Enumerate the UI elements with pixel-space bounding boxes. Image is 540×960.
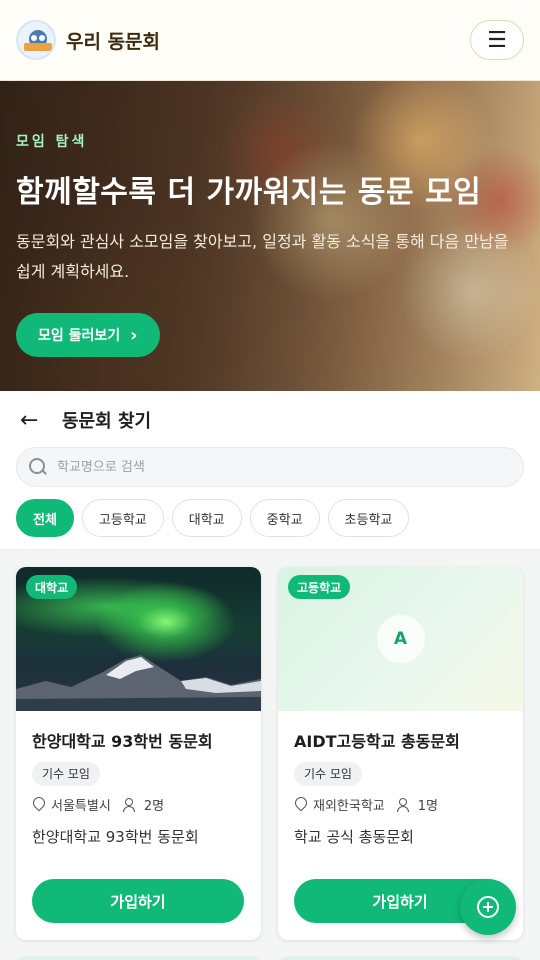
location-pin-icon xyxy=(294,797,307,812)
location-pin-icon xyxy=(32,797,45,812)
filter-chip-university[interactable]: 대학교 xyxy=(171,499,242,537)
chevron-right-icon: › xyxy=(130,324,138,346)
filter-chip-all[interactable]: 전체 xyxy=(16,499,74,537)
hamburger-icon: ☰ xyxy=(487,27,507,53)
search-bar[interactable] xyxy=(16,447,524,487)
category-badge: 고등학교 xyxy=(288,575,351,599)
school-logo-icon[interactable] xyxy=(16,20,56,60)
group-avatar: A xyxy=(376,615,425,663)
group-card[interactable]: 대학교 한양대학교 93학번 동문회 기수 모임 서울특별시 2명 한양대학교 … xyxy=(16,567,261,940)
filter-chip-middle-school[interactable]: 중학교 xyxy=(249,499,320,537)
group-location: 재외한국학교 xyxy=(313,799,385,814)
category-badge: 대학교 xyxy=(26,575,78,599)
app-header: 우리 동문회 ☰ xyxy=(0,0,540,81)
find-alumni-section: ← 동문회 찾기 전체 고등학교 대학교 중학교 초등학교 xyxy=(0,391,540,550)
add-circle-icon xyxy=(477,896,499,918)
group-type-tag: 기수 모임 xyxy=(294,762,362,786)
hero-eyebrow: 모임 탐색 xyxy=(16,134,88,150)
group-title[interactable]: AIDT고등학교 총동문회 xyxy=(294,728,507,752)
group-description: 학교 공식 총동문회 xyxy=(294,828,414,846)
create-group-fab[interactable] xyxy=(460,879,516,935)
search-input[interactable] xyxy=(57,459,497,475)
join-button[interactable]: 가입하기 xyxy=(32,879,244,923)
filter-chip-elementary-school[interactable]: 초등학교 xyxy=(327,499,410,537)
site-title[interactable]: 우리 동문회 xyxy=(66,27,160,54)
group-title[interactable]: 한양대학교 93학번 동문회 xyxy=(32,728,245,752)
menu-button[interactable]: ☰ xyxy=(470,20,524,60)
members-icon xyxy=(122,797,139,812)
group-type-tag: 기수 모임 xyxy=(32,762,100,786)
group-cover-placeholder: A 고등학교 xyxy=(278,567,523,711)
members-icon xyxy=(396,797,413,812)
next-card-peek xyxy=(278,956,523,960)
group-location: 서울특별시 xyxy=(51,799,111,814)
group-cover-image: 대학교 xyxy=(16,567,261,711)
next-card-peek xyxy=(16,956,261,960)
group-description: 한양대학교 93학번 동문회 xyxy=(32,828,199,846)
filter-chip-high-school[interactable]: 고등학교 xyxy=(81,499,164,537)
browse-groups-button[interactable]: 모임 둘러보기 › xyxy=(16,313,160,357)
filter-chips: 전체 고등학교 대학교 중학교 초등학교 xyxy=(16,499,410,537)
member-count: 1명 xyxy=(417,799,438,814)
member-count: 2명 xyxy=(143,799,165,814)
browse-groups-label: 모임 둘러보기 xyxy=(38,328,121,344)
mountain-silhouette xyxy=(16,655,261,711)
section-title: 동문회 찾기 xyxy=(62,411,152,432)
back-arrow-icon[interactable]: ← xyxy=(20,408,44,433)
hero-banner: 모임 탐색 함께할수록 더 가까워지는 동문 모임 동문회와 관심사 소모임을 … xyxy=(0,81,540,391)
hero-title: 함께할수록 더 가까워지는 동문 모임 xyxy=(16,175,482,210)
hero-description: 동문회와 관심사 소모임을 찾아보고, 일정과 활동 소식을 통해 다음 만남을… xyxy=(16,232,509,281)
search-icon xyxy=(29,458,47,476)
